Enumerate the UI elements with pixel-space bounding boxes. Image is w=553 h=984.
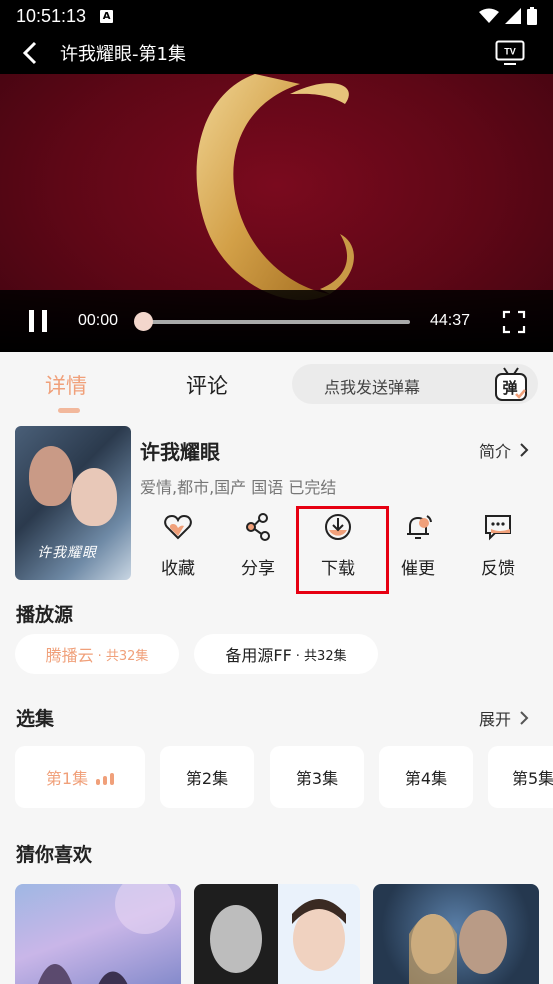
fullscreen-icon[interactable]	[502, 310, 526, 334]
progress-thumb[interactable]	[134, 312, 153, 331]
tab-details[interactable]: 详情	[45, 370, 87, 400]
episode-5[interactable]: 第5集	[488, 746, 553, 808]
episode-4[interactable]: 第4集	[379, 746, 473, 808]
favorite-label: 收藏	[161, 559, 195, 579]
episode-1[interactable]: 第1集	[15, 746, 145, 808]
chevron-right-icon	[520, 443, 529, 457]
battery-icon	[527, 7, 537, 25]
tab-bar: 详情 评论 点我发送弹幕 弹	[0, 352, 553, 413]
notification-icon: A	[100, 9, 114, 23]
tab-comments[interactable]: 评论	[186, 370, 228, 400]
tab-indicator	[58, 408, 80, 413]
danmaku-icon-label: 弹	[502, 379, 517, 397]
status-bar: 10:51:13 A	[0, 0, 553, 32]
playing-indicator-icon	[96, 769, 115, 785]
wifi-icon	[479, 8, 499, 23]
danmaku-icon[interactable]: 弹	[494, 366, 528, 402]
content-area: 详情 评论 点我发送弹幕 弹 许我耀眼 许我耀眼 简介 爱情,都市,国产 国语 …	[0, 352, 553, 984]
episodes-title: 选集	[16, 708, 55, 730]
feedback-button[interactable]: 反馈	[468, 512, 528, 579]
urge-update-button[interactable]: 催更	[388, 512, 448, 579]
player-controls: 00:00 44:37	[0, 290, 553, 352]
recommend-poster-3	[409, 910, 507, 984]
episode-label: 第3集	[295, 769, 339, 788]
back-button[interactable]	[0, 32, 60, 74]
show-info: 许我耀眼 许我耀眼 简介 爱情,都市,国产 国语 已完结 收藏 分享 下载 催更…	[0, 426, 553, 586]
duration: 44:37	[430, 312, 471, 329]
expand-label: 展开	[478, 710, 511, 729]
svg-text:TV: TV	[504, 47, 516, 57]
poster-title: 许我耀眼	[37, 545, 97, 561]
intro-label: 简介	[478, 442, 511, 461]
recommend-poster-2	[194, 884, 360, 984]
recommend-poster-1	[37, 884, 175, 984]
share-icon	[246, 513, 270, 541]
show-title: 许我耀眼	[140, 440, 220, 464]
heart-icon	[164, 514, 192, 540]
chevron-right-icon	[520, 711, 529, 725]
episode-label: 第5集	[512, 769, 553, 788]
source-count: · 共32集	[295, 648, 347, 664]
recommend-title: 猜你喜欢	[16, 844, 93, 866]
highlight-box	[296, 506, 389, 594]
share-label: 分享	[241, 559, 275, 579]
recommend-card-1[interactable]	[15, 884, 181, 984]
progress-track[interactable]	[138, 320, 410, 324]
source-name: 备用源FF	[225, 646, 292, 665]
pause-button[interactable]	[28, 310, 50, 332]
episode-title: 许我耀眼-第1集	[60, 44, 186, 65]
status-time: 10:51:13	[16, 5, 87, 26]
feedback-icon	[485, 515, 511, 541]
tv-cast-icon[interactable]: TV	[495, 40, 525, 66]
show-tags: 爱情,都市,国产 国语 已完结	[140, 478, 337, 497]
urge-update-label: 催更	[401, 559, 435, 579]
title-bar: 许我耀眼-第1集 TV	[0, 32, 553, 74]
back-arrow-icon	[22, 41, 37, 65]
bell-icon	[407, 515, 432, 539]
source-count: · 共32集	[97, 648, 149, 664]
episode-2[interactable]: 第2集	[160, 746, 254, 808]
danmaku-placeholder: 点我发送弹幕	[324, 378, 421, 397]
pause-icon	[29, 310, 34, 332]
episode-label: 第1集	[45, 769, 89, 788]
feedback-label: 反馈	[481, 559, 515, 579]
share-button[interactable]: 分享	[228, 512, 288, 579]
expand-episodes-button[interactable]: 展开	[479, 706, 529, 730]
recommend-card-2[interactable]	[194, 884, 360, 984]
source-name: 腾播云	[45, 646, 94, 665]
recommend-card-3[interactable]	[373, 884, 539, 984]
danmaku-input[interactable]: 点我发送弹幕 弹	[292, 364, 538, 404]
episode-3[interactable]: 第3集	[270, 746, 364, 808]
episode-label: 第4集	[404, 769, 448, 788]
source-option-2[interactable]: 备用源FF · 共32集	[194, 634, 378, 674]
intro-link[interactable]: 简介	[479, 438, 529, 462]
current-time: 00:00	[78, 312, 119, 329]
sources-title: 播放源	[16, 604, 74, 626]
signal-icon	[505, 8, 521, 24]
show-poster[interactable]: 许我耀眼	[15, 426, 131, 580]
favorite-button[interactable]: 收藏	[148, 512, 208, 579]
source-option-1[interactable]: 腾播云 · 共32集	[15, 634, 179, 674]
episode-label: 第2集	[185, 769, 229, 788]
